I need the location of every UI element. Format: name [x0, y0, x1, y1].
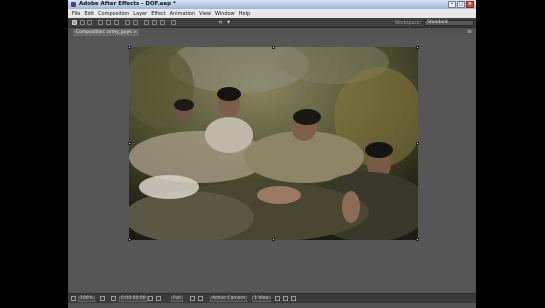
menu-layer[interactable]: Layer: [131, 11, 149, 17]
resolution-dropdown[interactable]: Full: [171, 296, 183, 302]
region-of-interest-icon[interactable]: [190, 296, 195, 301]
workspace-label: Workspace:: [395, 20, 422, 26]
resize-handle[interactable]: [416, 238, 419, 241]
composition-tab-row: Composition: army_guys × ≡: [68, 28, 476, 36]
color-channel-icon[interactable]: [156, 296, 161, 301]
current-time[interactable]: 0:00:00:00: [119, 296, 148, 302]
zoom-tool-icon[interactable]: [87, 20, 92, 25]
window-controls: – □ ×: [448, 1, 474, 8]
view-dropdown[interactable]: Active Camera: [210, 296, 248, 302]
clone-stamp-tool-icon[interactable]: [152, 20, 157, 25]
workspace-dropdown[interactable]: Standard: [424, 20, 475, 26]
panel-menu-icon[interactable]: ≡: [467, 29, 472, 35]
magnification-dropdown[interactable]: 100%: [78, 296, 95, 302]
composition-frame[interactable]: [129, 47, 418, 240]
resize-handle[interactable]: [128, 142, 131, 145]
resize-handle[interactable]: [272, 238, 275, 241]
camera-snapshot-icon[interactable]: [111, 296, 116, 301]
composition-viewer[interactable]: [70, 36, 474, 293]
minimize-button[interactable]: –: [448, 1, 456, 8]
rotation-tool-icon[interactable]: [98, 20, 103, 25]
window-title: Adobe After Effects - DOF.aep *: [79, 1, 176, 7]
menu-bar: File Edit Composition Layer Effect Anima…: [68, 9, 476, 18]
menu-help[interactable]: Help: [237, 11, 252, 17]
pen-tool-icon[interactable]: [125, 20, 130, 25]
puppet-tool-icon[interactable]: [171, 20, 176, 25]
menu-view[interactable]: View: [197, 11, 213, 17]
title-bar: Adobe After Effects - DOF.aep * – □ ×: [68, 0, 476, 9]
transparency-grid-icon[interactable]: [198, 296, 203, 301]
resize-handle[interactable]: [416, 142, 419, 145]
brush-tool-icon[interactable]: [144, 20, 149, 25]
menu-effect[interactable]: Effect: [149, 11, 167, 17]
camera-tool-icon[interactable]: [106, 20, 111, 25]
after-effects-app-icon: [71, 2, 76, 7]
tools-panel: ⌗ ✦ Workspace: Standard »: [68, 18, 476, 28]
footage-image: [129, 47, 418, 240]
workspace-switcher: Workspace: Standard »: [395, 20, 476, 26]
always-preview-icon[interactable]: [71, 296, 76, 301]
after-effects-window: Adobe After Effects - DOF.aep * – □ × Fi…: [68, 0, 476, 308]
resize-handle[interactable]: [128, 46, 131, 49]
composition-tab-label: Composition: army_guys: [76, 30, 132, 35]
show-channel-icon[interactable]: [148, 296, 153, 301]
resize-handle[interactable]: [272, 46, 275, 49]
selection-tool-icon[interactable]: [72, 20, 77, 25]
resize-handle[interactable]: [128, 238, 131, 241]
close-tab-icon[interactable]: ×: [133, 29, 137, 36]
viewer-status-bar: 100% 0:00:00:00 Full Active Camera 1 Vie…: [68, 293, 476, 303]
menu-file[interactable]: File: [70, 11, 82, 17]
menu-animation[interactable]: Animation: [168, 11, 198, 17]
eraser-tool-icon[interactable]: [160, 20, 165, 25]
text-tool-icon[interactable]: [133, 20, 138, 25]
view-layout-dropdown[interactable]: 1 View: [252, 296, 271, 302]
maximize-button[interactable]: □: [457, 1, 465, 8]
resize-handle[interactable]: [416, 46, 419, 49]
menu-composition[interactable]: Composition: [96, 11, 131, 17]
close-button[interactable]: ×: [466, 1, 474, 8]
hand-tool-icon[interactable]: [80, 20, 85, 25]
snap-icon[interactable]: ⌗: [218, 20, 223, 26]
grid-icon[interactable]: [100, 296, 105, 301]
toggle-mask-icon[interactable]: [283, 296, 288, 301]
pan-behind-tool-icon[interactable]: [114, 20, 119, 25]
composition-tab[interactable]: Composition: army_guys ×: [73, 29, 139, 36]
axis-mode-icon[interactable]: ✦: [226, 20, 231, 26]
menu-edit[interactable]: Edit: [82, 11, 96, 17]
toggle-pixel-aspect-icon[interactable]: [275, 296, 280, 301]
menu-window[interactable]: Window: [213, 11, 237, 17]
reset-exposure-icon[interactable]: [291, 296, 296, 301]
